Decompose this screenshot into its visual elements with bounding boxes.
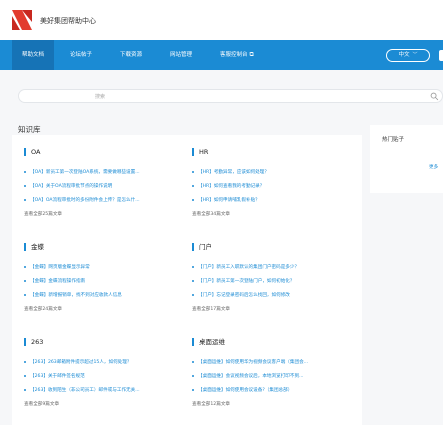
top-header: 美好集团帮助中心 — [0, 0, 443, 40]
bullet-icon — [192, 170, 194, 173]
view-all-link-kingdee[interactable]: 查看全部24篇文章 — [24, 306, 62, 312]
bullet-icon — [24, 279, 26, 282]
article-link[interactable]: 【OA】新员工第一次登陆OA系统，需要做哪些设置... — [24, 169, 140, 175]
view-all-link-263[interactable]: 查看全部9篇文章 — [24, 401, 59, 407]
section-title-kingdee: 金蝶 — [24, 243, 44, 251]
article-link[interactable]: 【桌面运维】会议视频会议后，本地浏览打印不到... — [192, 373, 303, 379]
article-title: 【OA】关于OA流程审批节点的操作说明 — [30, 184, 113, 189]
bullet-icon — [24, 360, 26, 363]
bullet-icon — [24, 184, 26, 187]
search-icon[interactable] — [430, 92, 439, 101]
article-link[interactable]: 【OA】OA流程审批时的多份附件会上传？是怎么什... — [24, 197, 140, 203]
article-link[interactable]: 【263】263邮箱附件提示超过15人，如何处理？ — [24, 359, 131, 365]
hot-posts-title: 热门贴子 — [382, 137, 405, 143]
nav-edge-button[interactable] — [439, 50, 443, 61]
article-link[interactable]: 【桌面运维】如何使用会议设备?（集团总部） — [192, 387, 292, 393]
article-title: 【HR】考勤异常，应该如何处理？ — [198, 170, 269, 175]
bullet-icon — [24, 170, 26, 173]
article-link[interactable]: 【金蝶】网页版金蝶显示异常 — [24, 264, 90, 270]
article-link[interactable]: 【金蝶】金蝶流程操作指南 — [24, 278, 85, 284]
view-all-link-desktop-ops[interactable]: 查看全部12篇文章 — [192, 401, 230, 407]
section-title-portal: 门户 — [192, 243, 212, 251]
bullet-icon — [24, 265, 26, 268]
article-title: 【桌面运维】如何使用华为视频会议客户端（集团会... — [198, 360, 309, 365]
article-title: 【门户】新员工第一次登陆门户，如何初始化？ — [198, 279, 295, 284]
bullet-icon — [24, 293, 26, 296]
article-link[interactable]: 【门户】忘记登录密码后怎么找回，如何修改 — [192, 292, 290, 298]
article-title: 【OA】OA流程审批时的多份附件会上传？是怎么什... — [30, 198, 140, 203]
section-title-hr: HR — [192, 148, 208, 156]
section-title-desktop-ops: 桌面运维 — [192, 338, 225, 346]
article-link[interactable]: 【门户】新员工第一次登陆门户，如何初始化？ — [192, 278, 294, 284]
view-all-link-portal[interactable]: 查看全部17篇文章 — [192, 306, 230, 312]
bullet-icon — [24, 388, 26, 391]
article-title: 【金蝶】新增报销单，找不到对应收款人信息 — [30, 293, 122, 298]
bullet-icon — [192, 360, 194, 363]
hot-posts-more-link[interactable]: 更多 — [429, 164, 438, 170]
language-label: 中文 — [398, 52, 410, 58]
article-title: 【门户】忘记登录密码后怎么找回，如何修改 — [198, 293, 290, 298]
article-title: 【金蝶】金蝶流程操作指南 — [30, 279, 86, 284]
bullet-icon — [192, 184, 194, 187]
article-link[interactable]: 【金蝶】新增报销单，找不到对应收款人信息 — [24, 292, 122, 298]
chevron-down-icon: ﹀ — [412, 52, 418, 58]
bullet-icon — [192, 265, 194, 268]
nav-item-forum-posts[interactable]: 论坛帖子 — [60, 40, 102, 70]
article-title: 【桌面运维】如何使用会议设备?（集团总部） — [198, 388, 293, 393]
bullet-icon — [24, 198, 26, 201]
bullet-icon — [192, 279, 194, 282]
nav-item-help-docs[interactable]: 帮助文档 — [12, 40, 55, 70]
article-link[interactable]: 【门户】新员工入职默认的集团门户密码是多少？ — [192, 264, 299, 270]
bullet-icon — [192, 293, 194, 296]
bullet-icon — [192, 374, 194, 377]
support-console-label: 客服控制台 — [220, 52, 248, 58]
search-input[interactable]: 搜索 — [95, 93, 105, 100]
bullet-icon — [192, 388, 194, 391]
brand-name[interactable]: 美好集团帮助中心 — [40, 16, 96, 26]
article-link[interactable]: 【OA】关于OA流程审批节点的操作说明 — [24, 183, 112, 189]
article-title: 【OA】新员工第一次登陆OA系统，需要做哪些设置... — [30, 170, 140, 175]
nav-item-site-admin[interactable]: 网站管理 — [160, 40, 202, 70]
knowledge-base-title: 知识库 — [18, 125, 41, 134]
external-link-icon: ⧉ — [249, 51, 254, 58]
article-link[interactable]: 【263】收到陌生（非公司员工）邮件或与工作无关... — [24, 387, 140, 393]
article-title: 【263】收到陌生（非公司员工）邮件或与工作无关... — [30, 388, 140, 393]
article-title: 【263】263邮箱附件提示超过15人，如何处理？ — [30, 360, 132, 365]
bullet-icon — [24, 374, 26, 377]
article-link[interactable]: 【桌面运维】如何使用华为视频会议客户端（集团会... — [192, 359, 308, 365]
article-link[interactable]: 【263】关于邮件签名规范 — [24, 373, 85, 379]
article-title: 【桌面运维】会议视频会议后，本地浏览打印不到... — [198, 374, 304, 379]
article-title: 【HR】如何申请哺乳假补贴？ — [198, 198, 260, 203]
article-title: 【HR】如何查看我的考勤记录？ — [198, 184, 265, 189]
nav-item-downloads[interactable]: 下载资源 — [110, 40, 152, 70]
article-link[interactable]: 【HR】考勤异常，应该如何处理？ — [192, 169, 269, 175]
brand-logo-icon[interactable] — [10, 8, 34, 32]
language-select[interactable]: 中文 ﹀ — [386, 49, 430, 62]
article-title: 【门户】新员工入职默认的集团门户密码是多少？ — [198, 265, 300, 270]
view-all-link-hr[interactable]: 查看全部34篇文章 — [192, 211, 230, 217]
article-link[interactable]: 【HR】如何查看我的考勤记录？ — [192, 183, 264, 189]
section-title-263: 263 — [24, 338, 43, 346]
hot-posts-card — [370, 125, 443, 193]
article-title: 【金蝶】网页版金蝶显示异常 — [30, 265, 90, 270]
article-link[interactable]: 【HR】如何申请哺乳假补贴？ — [192, 197, 260, 203]
nav-item-support-console[interactable]: 客服控制台 ⧉ — [210, 40, 264, 70]
section-title-oa: OA — [24, 148, 40, 156]
search-bar[interactable]: 搜索 — [18, 89, 443, 103]
view-all-link-oa[interactable]: 查看全部25篇文章 — [24, 211, 62, 217]
bullet-icon — [192, 198, 194, 201]
main-nav: 帮助文档 论坛帖子 下载资源 网站管理 客服控制台 ⧉ — [0, 40, 443, 70]
article-title: 【263】关于邮件签名规范 — [30, 374, 85, 379]
